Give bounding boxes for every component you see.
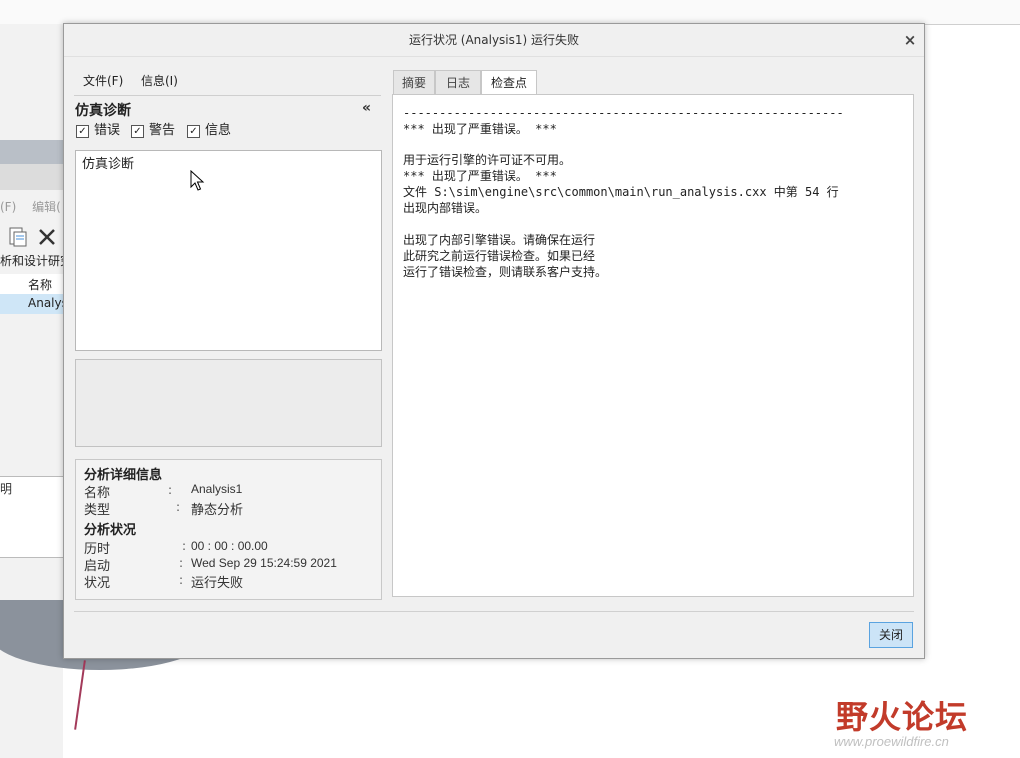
start-colon: : <box>179 556 184 570</box>
menu-divider <box>74 95 381 96</box>
start-value: Wed Sep 29 15:24:59 2021 <box>191 556 337 570</box>
filter-info-label: 信息 <box>205 123 232 138</box>
filter-warnings-checkbox[interactable]: ✓ 警告 <box>131 122 175 140</box>
background-menu: (F) 编辑( <box>0 198 63 218</box>
diagnostics-title: 仿真诊断 <box>75 103 131 119</box>
status-heading: 分析状况 <box>84 523 137 538</box>
name-value: Analysis1 <box>191 482 243 496</box>
background-toolbar-label: 析和设计研究 <box>0 254 73 268</box>
elapsed-colon: : <box>182 539 187 553</box>
filter-errors-checkbox[interactable]: ✓ 错误 <box>76 122 120 140</box>
dialog-title: 运行状况 (Analysis1) 运行失败 <box>408 33 580 47</box>
log-line: ----------------------------------------… <box>403 106 844 120</box>
mouse-cursor-icon <box>190 170 205 191</box>
log-line: *** 出现了严重错误。 *** <box>403 169 557 183</box>
background-toolbar <box>0 222 63 252</box>
filter-errors-label: 错误 <box>94 123 121 138</box>
background-app-titlebar <box>0 164 63 190</box>
analysis-details-panel: 分析详细信息 名称 : Analysis1 类型 : 静态分析 分析状况 历时 … <box>75 459 382 600</box>
close-icon[interactable]: × <box>900 30 920 50</box>
tree-item-root[interactable]: 仿真诊断 <box>82 153 134 172</box>
background-lower-label: 明 <box>0 482 13 496</box>
background-table-header: 名称 <box>0 274 63 295</box>
background-model-shape <box>0 140 63 164</box>
close-button[interactable]: 关闭 <box>869 622 913 648</box>
checkbox-check-icon: ✓ <box>76 124 89 138</box>
tab-summary[interactable]: 摘要 <box>393 70 435 95</box>
footer-divider <box>74 611 914 612</box>
type-value: 静态分析 <box>191 503 244 518</box>
background-menu-edit[interactable]: 编辑( <box>32 200 61 214</box>
diagnostics-tree[interactable]: 仿真诊断 <box>75 150 382 351</box>
status-value: 运行失败 <box>191 576 244 591</box>
log-line: *** 出现了严重错误。 *** <box>403 122 557 136</box>
type-label: 类型 <box>84 503 111 518</box>
background-table-row[interactable]: Analys <box>0 294 68 314</box>
log-line: 文件 S:\sim\engine\src\common\main\run_ana… <box>403 185 839 199</box>
elapsed-value: 00 : 00 : 00.00 <box>191 539 268 553</box>
message-detail-area <box>75 359 382 447</box>
background-column-name: 名称 <box>28 278 53 292</box>
run-status-dialog: 运行状况 (Analysis1) 运行失败 × 文件(F) 信息(I) 仿真诊断… <box>63 23 925 659</box>
log-line: 此研究之前运行错误检查。如果已经 <box>403 249 596 263</box>
log-text-area[interactable]: ----------------------------------------… <box>392 94 914 597</box>
status-label: 状况 <box>84 576 111 591</box>
type-colon: : <box>176 500 181 514</box>
watermark-url: www.proewildfire.cn <box>834 734 949 749</box>
menu-info[interactable]: 信息(I) <box>141 72 178 90</box>
background-window-topbar <box>0 0 1020 25</box>
collapse-panel-icon[interactable]: « <box>362 100 371 116</box>
details-heading: 分析详细信息 <box>84 468 163 483</box>
filter-info-checkbox[interactable]: ✓ 信息 <box>187 122 231 140</box>
log-line: 运行了错误检查，则请联系客户支持。 <box>403 265 608 279</box>
background-row-name: Analys <box>28 296 68 310</box>
background-model-line <box>74 660 86 730</box>
menu-file[interactable]: 文件(F) <box>83 72 123 90</box>
checkbox-check-icon: ✓ <box>131 124 144 138</box>
tab-log[interactable]: 日志 <box>435 70 481 95</box>
checkbox-check-icon: ✓ <box>187 124 200 138</box>
log-line: 出现了内部引擎错误。请确保在运行 <box>403 233 596 247</box>
log-line: 用于运行引擎的许可证不可用。 <box>403 153 572 167</box>
watermark-logo: 野火论坛 <box>836 698 969 736</box>
filter-warnings-label: 警告 <box>149 123 176 138</box>
name-colon: : <box>168 483 173 497</box>
background-menu-file[interactable]: (F) <box>0 200 16 214</box>
delete-icon[interactable] <box>38 228 56 246</box>
status-colon: : <box>179 573 184 587</box>
new-document-icon[interactable] <box>6 226 28 248</box>
tab-checkpoint[interactable]: 检查点 <box>481 70 537 96</box>
log-line: 出现内部错误。 <box>403 201 488 215</box>
